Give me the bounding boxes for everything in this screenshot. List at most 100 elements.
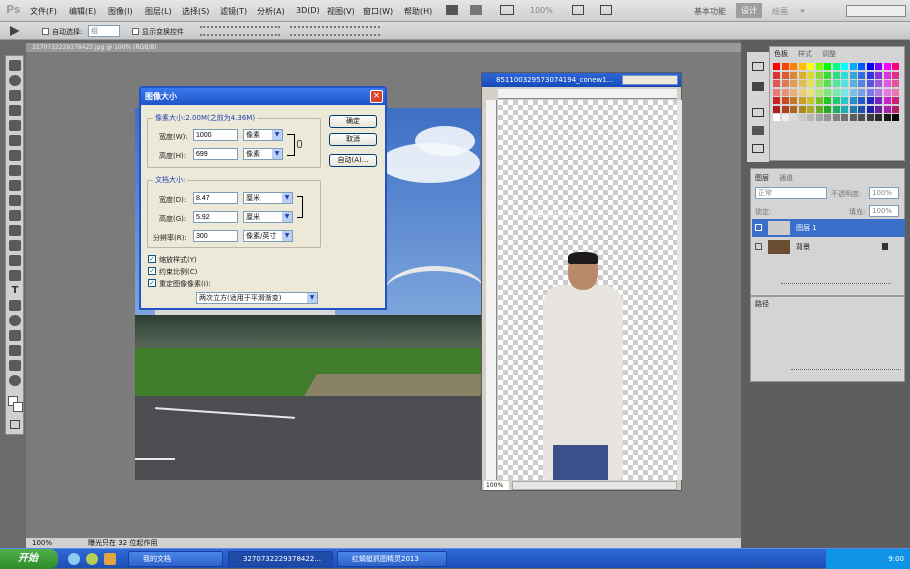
layer-actions[interactable] bbox=[781, 283, 891, 291]
pen-tool-icon[interactable] bbox=[9, 270, 21, 281]
hand-tool-icon[interactable] bbox=[9, 360, 21, 371]
color-swatch[interactable] bbox=[815, 80, 823, 87]
eyedropper-tool-icon[interactable] bbox=[9, 135, 21, 146]
color-swatch[interactable] bbox=[773, 80, 780, 87]
eye-icon[interactable] bbox=[755, 243, 762, 250]
resample-checkbox[interactable]: ✓ bbox=[148, 279, 156, 287]
color-swatch[interactable] bbox=[866, 71, 874, 79]
color-swatch[interactable] bbox=[807, 97, 814, 104]
color-swatch[interactable] bbox=[832, 105, 840, 113]
brush-tool-icon[interactable] bbox=[9, 165, 21, 176]
layer-row-2[interactable]: 背景 bbox=[752, 238, 905, 256]
blur-tool-icon[interactable] bbox=[9, 240, 21, 251]
actions-icon[interactable] bbox=[752, 126, 764, 135]
color-swatch[interactable] bbox=[866, 88, 874, 96]
color-swatch[interactable] bbox=[832, 88, 840, 96]
crop-tool-icon[interactable] bbox=[9, 120, 21, 131]
history-brush-tool-icon[interactable] bbox=[9, 195, 21, 206]
bridge-icon[interactable] bbox=[446, 5, 458, 15]
color-swatch[interactable] bbox=[781, 63, 789, 70]
color-swatch[interactable] bbox=[798, 114, 806, 121]
color-swatch[interactable] bbox=[892, 80, 899, 87]
quicklaunch-icon[interactable] bbox=[104, 553, 116, 565]
color-swatch[interactable] bbox=[841, 80, 848, 87]
task-screenshot-tool[interactable]: 红蜻蜓抓图精灵2013 bbox=[337, 551, 447, 567]
tab-channels[interactable]: 通道 bbox=[779, 173, 793, 183]
zoom-tool-icon[interactable] bbox=[9, 375, 21, 386]
background-color-swatch[interactable] bbox=[13, 402, 23, 412]
color-swatch[interactable] bbox=[790, 71, 797, 79]
show-transform-checkbox[interactable] bbox=[132, 28, 139, 35]
color-swatch[interactable] bbox=[824, 114, 831, 121]
3d-rotate-tool-icon[interactable] bbox=[9, 330, 21, 341]
color-swatch[interactable] bbox=[849, 71, 857, 79]
tab-swatches[interactable]: 色板 bbox=[774, 49, 788, 59]
color-swatch[interactable] bbox=[807, 63, 814, 70]
color-swatch[interactable] bbox=[798, 88, 806, 96]
color-swatch[interactable] bbox=[807, 114, 814, 121]
color-swatch[interactable] bbox=[849, 80, 857, 87]
status-zoom[interactable]: 100% bbox=[32, 538, 52, 548]
window-controls[interactable] bbox=[846, 5, 906, 17]
color-swatch[interactable] bbox=[858, 63, 865, 70]
color-swatch[interactable] bbox=[866, 105, 874, 113]
color-swatch[interactable] bbox=[781, 105, 789, 113]
eraser-tool-icon[interactable] bbox=[9, 210, 21, 221]
width-unit-select[interactable]: 像素 ▼ bbox=[243, 129, 283, 141]
stamp-tool-icon[interactable] bbox=[9, 180, 21, 191]
color-swatch[interactable] bbox=[841, 88, 848, 96]
doc-width-unit-select[interactable]: 厘米 ▼ bbox=[243, 192, 293, 204]
doc-height-input[interactable] bbox=[193, 211, 238, 223]
color-swatch[interactable] bbox=[781, 114, 789, 121]
color-swatch[interactable] bbox=[815, 114, 823, 121]
color-swatch[interactable] bbox=[883, 63, 891, 70]
screen-mode-icon[interactable] bbox=[600, 5, 612, 15]
color-swatch[interactable] bbox=[773, 105, 780, 113]
color-swatch[interactable] bbox=[875, 105, 882, 113]
resample-method-select[interactable]: 两次立方(适用于平滑渐变) ▼ bbox=[196, 292, 318, 304]
marquee-tool-icon[interactable] bbox=[9, 75, 21, 86]
view-extras-icon[interactable] bbox=[500, 5, 514, 15]
minibridge-icon[interactable] bbox=[470, 5, 482, 15]
color-swatch[interactable] bbox=[875, 114, 882, 121]
color-swatch[interactable] bbox=[824, 105, 831, 113]
color-swatch[interactable] bbox=[841, 105, 848, 113]
color-swatch[interactable] bbox=[798, 63, 806, 70]
color-swatch[interactable] bbox=[866, 114, 874, 121]
navigator-icon[interactable] bbox=[752, 62, 764, 71]
ok-button[interactable]: 确定 bbox=[329, 115, 377, 128]
menu-layer[interactable]: 图层(L) bbox=[145, 6, 172, 17]
color-swatch[interactable] bbox=[875, 71, 882, 79]
height-input[interactable] bbox=[193, 148, 238, 160]
document-window[interactable]: 851100329573074194_conew1... kMe@LU.com … bbox=[481, 72, 682, 491]
task-photoshop[interactable]: 3270732229378422... bbox=[228, 551, 333, 567]
color-swatch[interactable] bbox=[849, 97, 857, 104]
menu-edit[interactable]: 编辑(E) bbox=[69, 6, 96, 17]
workspace-essentials[interactable]: 基本功能 bbox=[694, 6, 726, 17]
color-swatch[interactable] bbox=[807, 71, 814, 79]
tab-paths[interactable]: 路径 bbox=[755, 299, 769, 309]
color-swatch[interactable] bbox=[824, 88, 831, 96]
color-swatch[interactable] bbox=[866, 63, 874, 70]
tab-layers[interactable]: 图层 bbox=[755, 173, 769, 183]
color-swatch[interactable] bbox=[892, 63, 899, 70]
color-swatch[interactable] bbox=[841, 114, 848, 121]
color-swatch[interactable] bbox=[832, 63, 840, 70]
move-tool-icon[interactable] bbox=[9, 60, 21, 71]
color-swatch[interactable] bbox=[883, 97, 891, 104]
width-input[interactable] bbox=[193, 129, 238, 141]
arrange-docs-icon[interactable] bbox=[572, 5, 584, 15]
menu-filter[interactable]: 滤镜(T) bbox=[220, 6, 247, 17]
color-swatch[interactable] bbox=[815, 105, 823, 113]
height-unit-select[interactable]: 像素 ▼ bbox=[243, 148, 283, 160]
workspace-design[interactable]: 设计 bbox=[736, 3, 762, 18]
healing-tool-icon[interactable] bbox=[9, 150, 21, 161]
dodge-tool-icon[interactable] bbox=[9, 255, 21, 266]
blend-mode-select[interactable]: 正常 bbox=[755, 187, 827, 199]
color-swatch[interactable] bbox=[883, 71, 891, 79]
color-swatch[interactable] bbox=[815, 97, 823, 104]
color-swatch[interactable] bbox=[858, 88, 865, 96]
color-swatch[interactable] bbox=[773, 114, 780, 121]
color-swatch[interactable] bbox=[883, 80, 891, 87]
close-button[interactable]: × bbox=[370, 90, 383, 103]
